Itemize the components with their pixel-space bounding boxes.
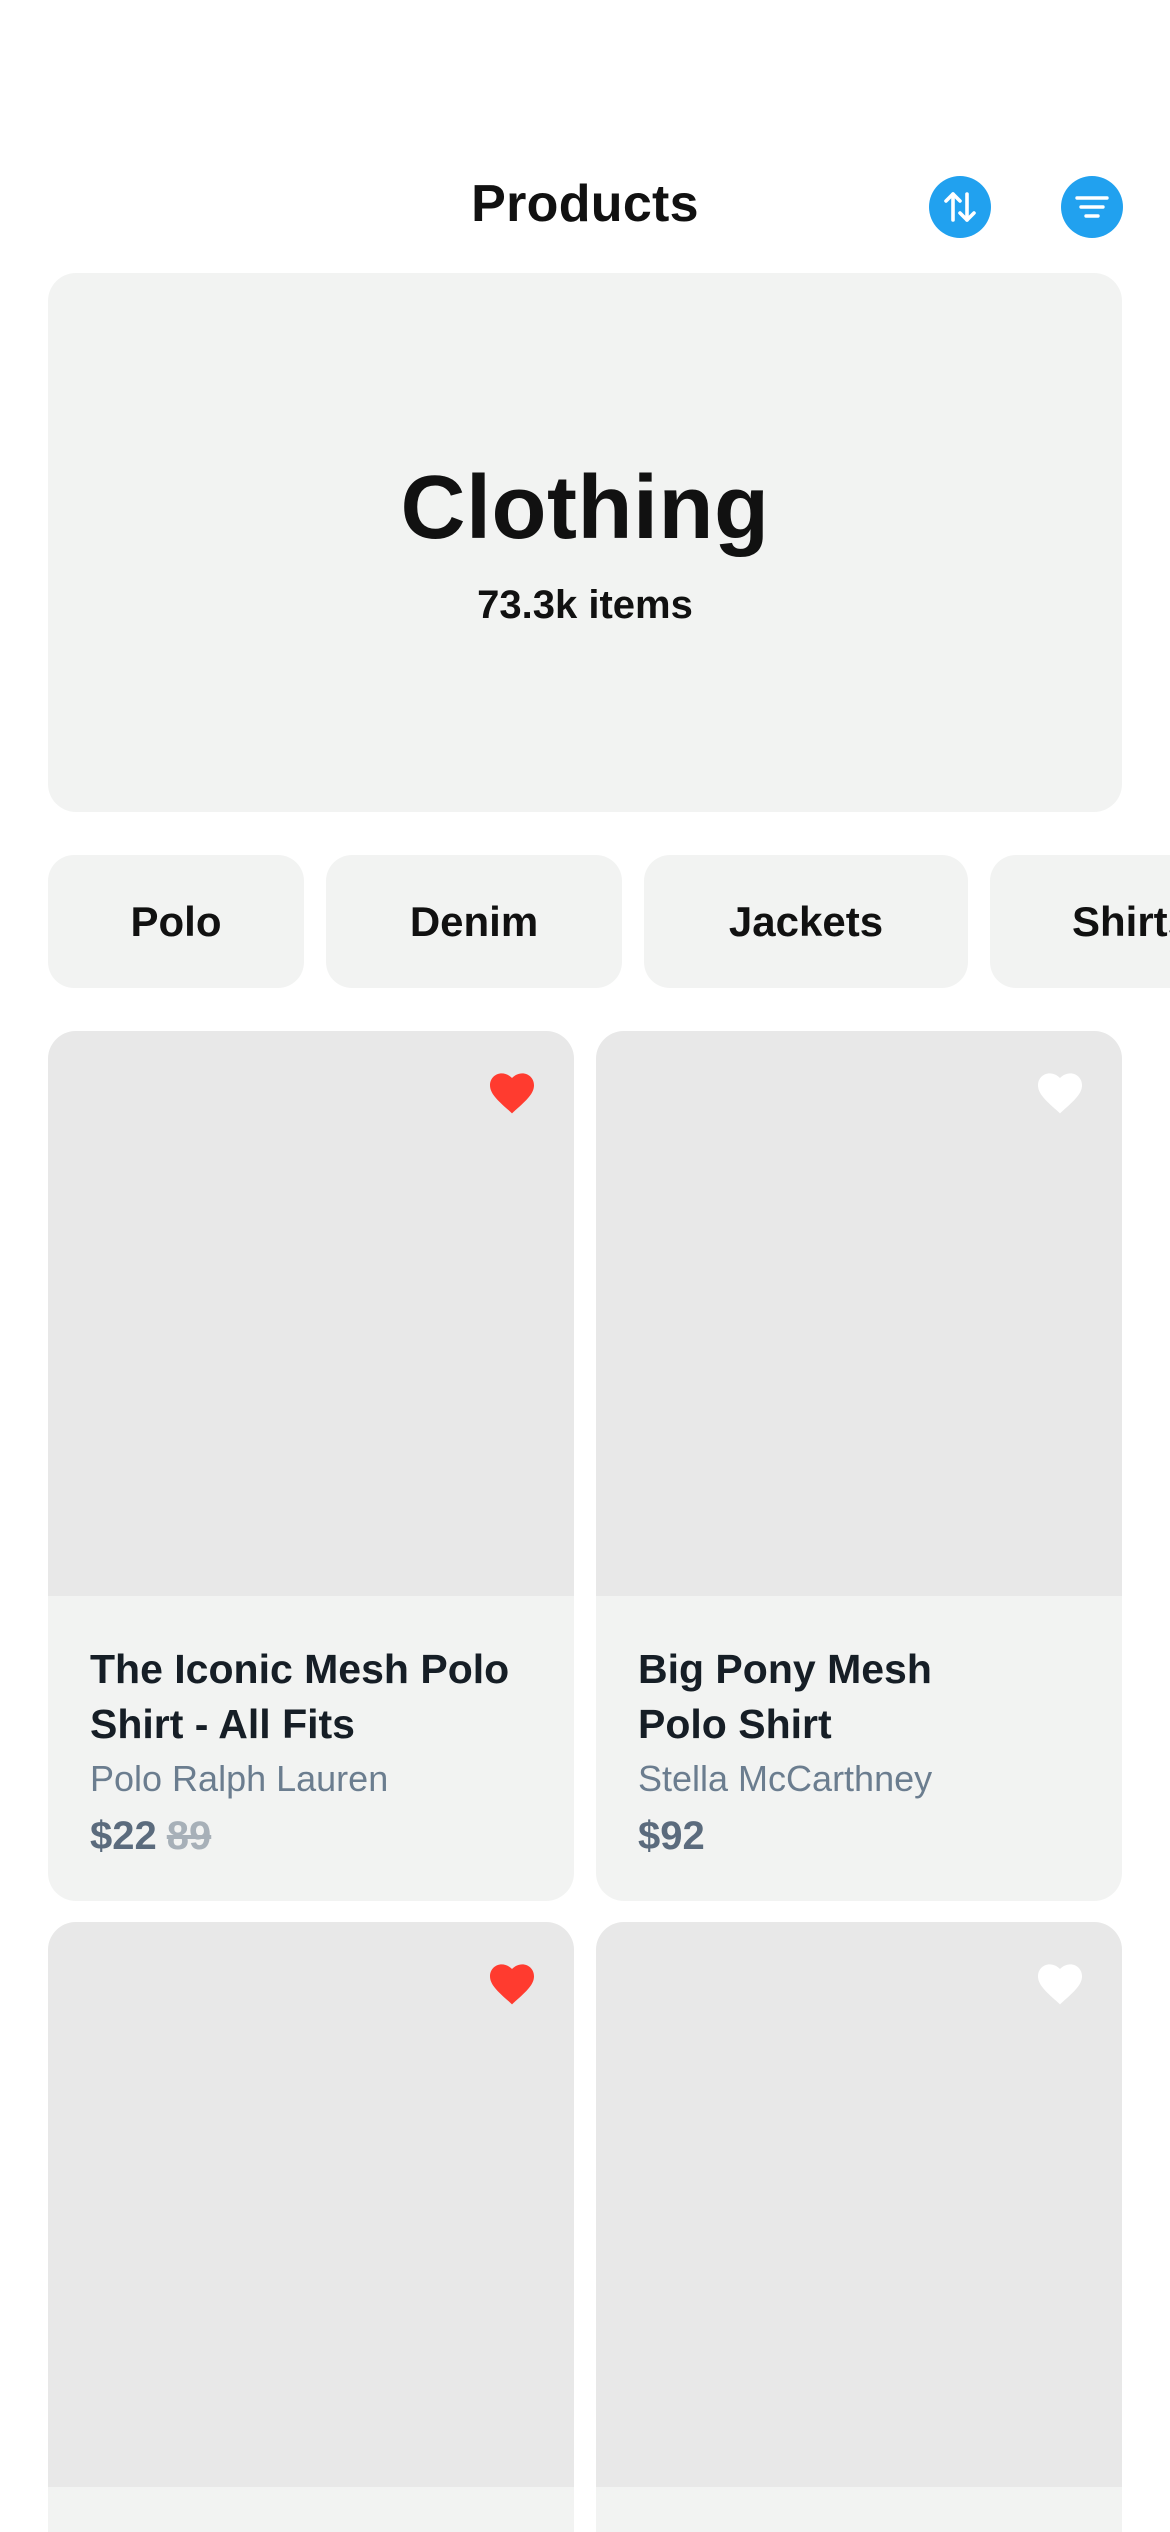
category-title: Clothing xyxy=(400,458,770,558)
filter-button[interactable] xyxy=(1061,176,1123,238)
current-price: $22 xyxy=(90,1814,157,1858)
chip-shirts[interactable]: Shirts xyxy=(990,855,1170,988)
heart-filled-icon[interactable] xyxy=(488,1962,536,2006)
heart-outline-icon[interactable] xyxy=(1036,1962,1084,2006)
header: Products xyxy=(0,160,1170,256)
product-image xyxy=(48,1031,574,1596)
product-price: $22 89 xyxy=(90,1810,544,1862)
product-name-line1: Big Pony Mesh xyxy=(638,1646,932,1692)
product-image xyxy=(48,1922,574,2487)
products-screen: Products Clothing 73.3k items Polo Denim… xyxy=(0,0,1170,2532)
product-card[interactable] xyxy=(48,1922,574,2532)
category-banner[interactable]: Clothing 73.3k items xyxy=(48,273,1122,812)
sort-button[interactable] xyxy=(929,176,991,238)
product-name-line1: The Iconic Mesh Polo xyxy=(90,1646,510,1692)
filter-lines-icon xyxy=(1075,196,1109,218)
sort-arrows-icon xyxy=(944,192,976,222)
subcategory-chips: Polo Denim Jackets Shirts xyxy=(0,855,1170,988)
category-item-count: 73.3k items xyxy=(477,583,693,627)
product-name-line2: Shirt - All Fits xyxy=(90,1701,355,1747)
chip-jackets[interactable]: Jackets xyxy=(644,855,968,988)
heart-filled-icon[interactable] xyxy=(488,1071,536,1115)
heart-outline-icon[interactable] xyxy=(1036,1071,1084,1115)
product-brand: Polo Ralph Lauren xyxy=(90,1758,389,1799)
product-brand: Stella McCarthney xyxy=(638,1758,933,1799)
current-price: $92 xyxy=(638,1814,705,1858)
chip-denim[interactable]: Denim xyxy=(326,855,622,988)
product-card[interactable]: Big Pony Mesh Polo Shirt Stella McCarthn… xyxy=(596,1031,1122,1901)
original-price: 89 xyxy=(166,1814,212,1858)
product-image xyxy=(596,1031,1122,1596)
product-info: Big Pony Mesh Polo Shirt Stella McCarthn… xyxy=(638,1642,1092,1862)
chip-polo[interactable]: Polo xyxy=(48,855,304,988)
page-title: Products xyxy=(471,175,699,233)
product-name: The Iconic Mesh Polo Shirt - All Fits xyxy=(90,1642,544,1752)
product-info: The Iconic Mesh Polo Shirt - All Fits Po… xyxy=(90,1642,544,1862)
product-name-line2: Polo Shirt xyxy=(638,1701,832,1747)
product-name: Big Pony Mesh Polo Shirt xyxy=(638,1642,1092,1752)
product-image xyxy=(596,1922,1122,2487)
product-card[interactable] xyxy=(596,1922,1122,2532)
product-card[interactable]: The Iconic Mesh Polo Shirt - All Fits Po… xyxy=(48,1031,574,1901)
product-price: $92 xyxy=(638,1810,1092,1862)
